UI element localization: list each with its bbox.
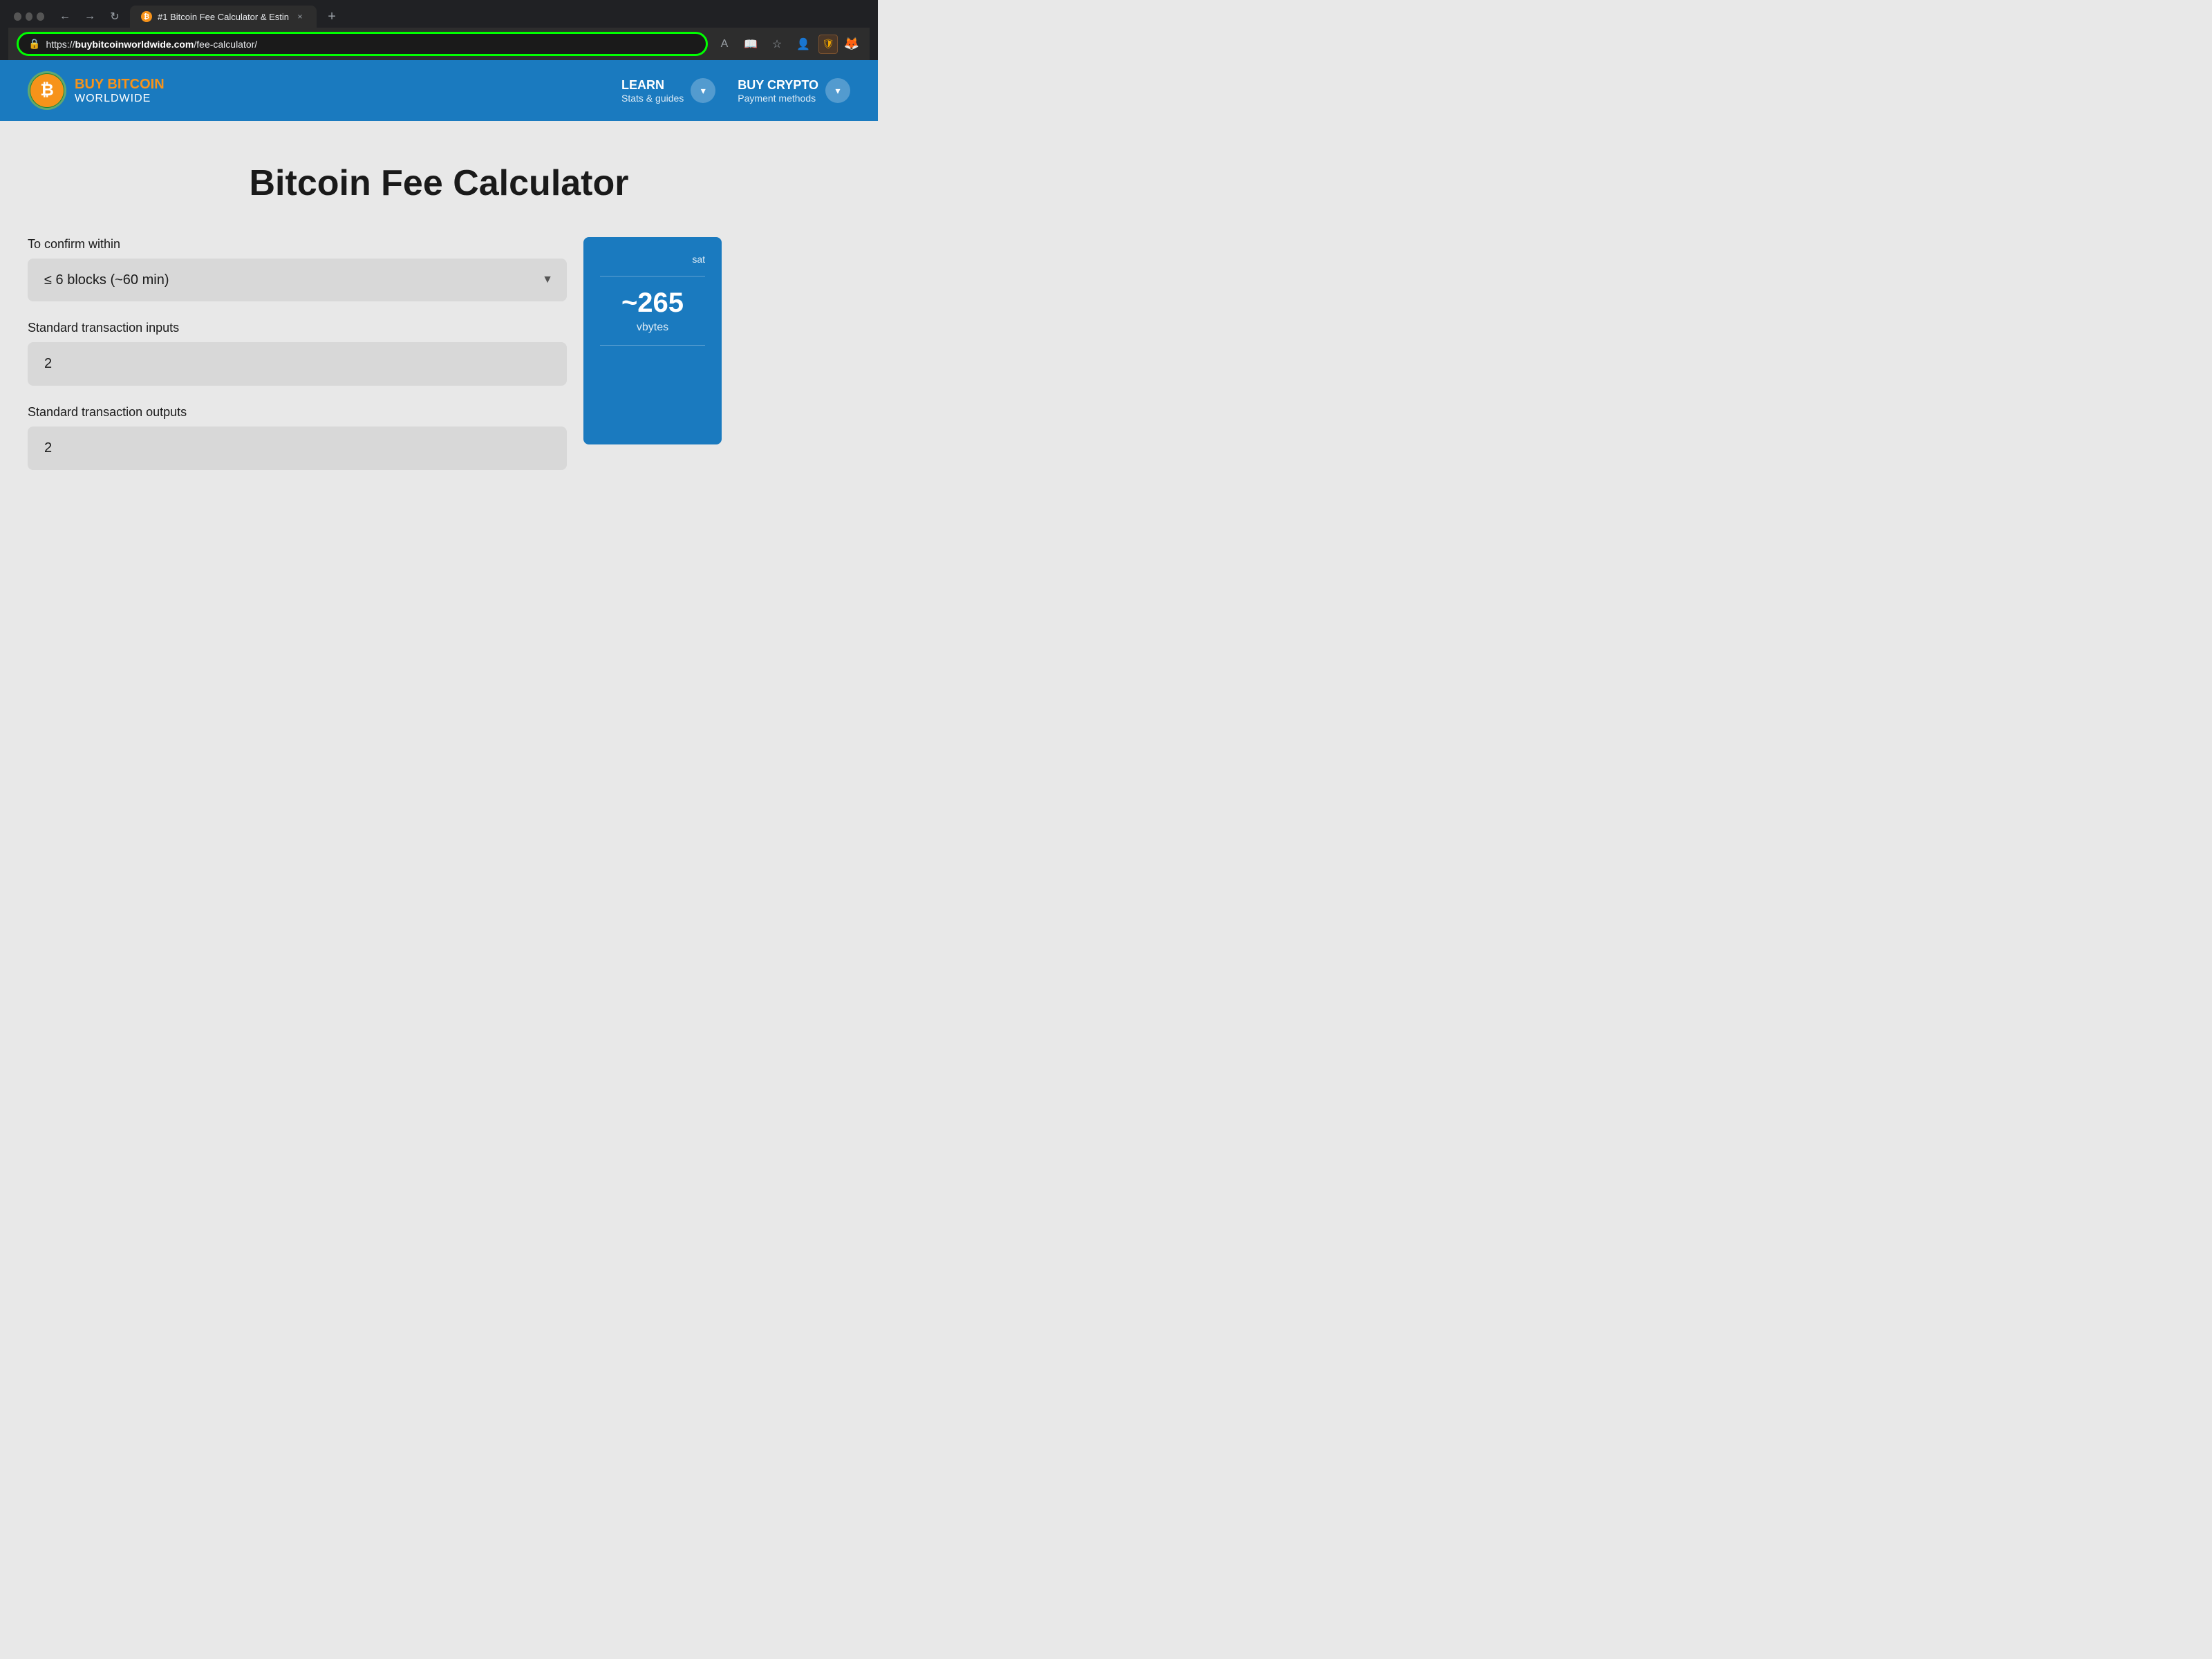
browser-chrome: ← → ↻ ₿ #1 Bitcoin Fee Calculator & Esti… [0, 0, 878, 60]
read-mode-button[interactable]: 📖 [740, 33, 762, 55]
lock-icon: 🔒 [28, 38, 40, 50]
inputs-group: Standard transaction inputs [28, 321, 567, 386]
logo-icon: ₿ [28, 71, 66, 110]
logo-text: BUY BITCOIN WORLDWIDE [75, 77, 165, 105]
brave-shield-extension[interactable]: 🛡 [818, 35, 838, 54]
forward-button[interactable]: → [80, 7, 100, 26]
confirm-within-label: To confirm within [28, 237, 567, 252]
tab-title: #1 Bitcoin Fee Calculator & Estin [158, 12, 289, 22]
bitcoin-icon: ₿ [30, 74, 64, 107]
tab-favicon: ₿ [141, 11, 152, 22]
tab-bar: ← → ↻ ₿ #1 Bitcoin Fee Calculator & Esti… [8, 6, 870, 28]
nav-item-buy-crypto[interactable]: BUY CRYPTO Payment methods ▾ [738, 78, 850, 104]
sat-label: sat [600, 254, 705, 265]
active-tab[interactable]: ₿ #1 Bitcoin Fee Calculator & Estin × [130, 6, 317, 28]
profile-button[interactable]: 👤 [792, 33, 814, 55]
confirm-within-group: To confirm within ≤ 1 block (~10 min) ≤ … [28, 237, 567, 301]
bookmark-button[interactable]: ☆ [766, 33, 788, 55]
browser-actions: A 📖 ☆ 👤 🛡 🦊 [713, 33, 861, 55]
form-layout: To confirm within ≤ 1 block (~10 min) ≤ … [28, 237, 850, 489]
form-section: To confirm within ≤ 1 block (~10 min) ≤ … [28, 237, 567, 489]
vbytes-unit: vbytes [600, 321, 705, 334]
address-bar[interactable]: 🔒 https://buybitcoinworldwide.com/fee-ca… [17, 32, 708, 56]
new-tab-button[interactable]: + [322, 7, 341, 26]
confirm-within-select[interactable]: ≤ 1 block (~10 min) ≤ 3 blocks (~30 min)… [28, 259, 567, 301]
outputs-group: Standard transaction outputs [28, 405, 567, 470]
back-button[interactable]: ← [55, 7, 75, 26]
result-panel: sat ~265 vbytes [583, 237, 722, 444]
vbytes-value: ~265 [600, 288, 705, 319]
tab-close-button[interactable]: × [294, 11, 306, 22]
refresh-button[interactable]: ↻ [105, 7, 124, 26]
learn-chevron-icon[interactable]: ▾ [691, 78, 715, 103]
outputs-field[interactable] [28, 427, 567, 470]
inputs-field[interactable] [28, 342, 567, 386]
address-bar-row: 🔒 https://buybitcoinworldwide.com/fee-ca… [8, 28, 870, 60]
confirm-within-select-wrapper: ≤ 1 block (~10 min) ≤ 3 blocks (~30 min)… [28, 259, 567, 301]
buy-crypto-chevron-icon[interactable]: ▾ [825, 78, 850, 103]
outputs-label: Standard transaction outputs [28, 405, 567, 420]
nav-items: LEARN Stats & guides ▾ BUY CRYPTO Paymen… [621, 78, 850, 104]
site-logo[interactable]: ₿ BUY BITCOIN WORLDWIDE [28, 71, 165, 110]
result-divider-bottom [600, 345, 705, 346]
site-navbar: ₿ BUY BITCOIN WORLDWIDE LEARN Stats & gu… [0, 60, 878, 121]
main-content: Bitcoin Fee Calculator To confirm within… [0, 121, 878, 605]
address-text: https://buybitcoinworldwide.com/fee-calc… [46, 39, 696, 50]
metamask-extension[interactable]: 🦊 [842, 35, 861, 54]
inputs-label: Standard transaction inputs [28, 321, 567, 335]
page-title: Bitcoin Fee Calculator [28, 162, 850, 204]
font-size-button[interactable]: A [713, 33, 735, 55]
nav-item-learn[interactable]: LEARN Stats & guides ▾ [621, 78, 715, 104]
